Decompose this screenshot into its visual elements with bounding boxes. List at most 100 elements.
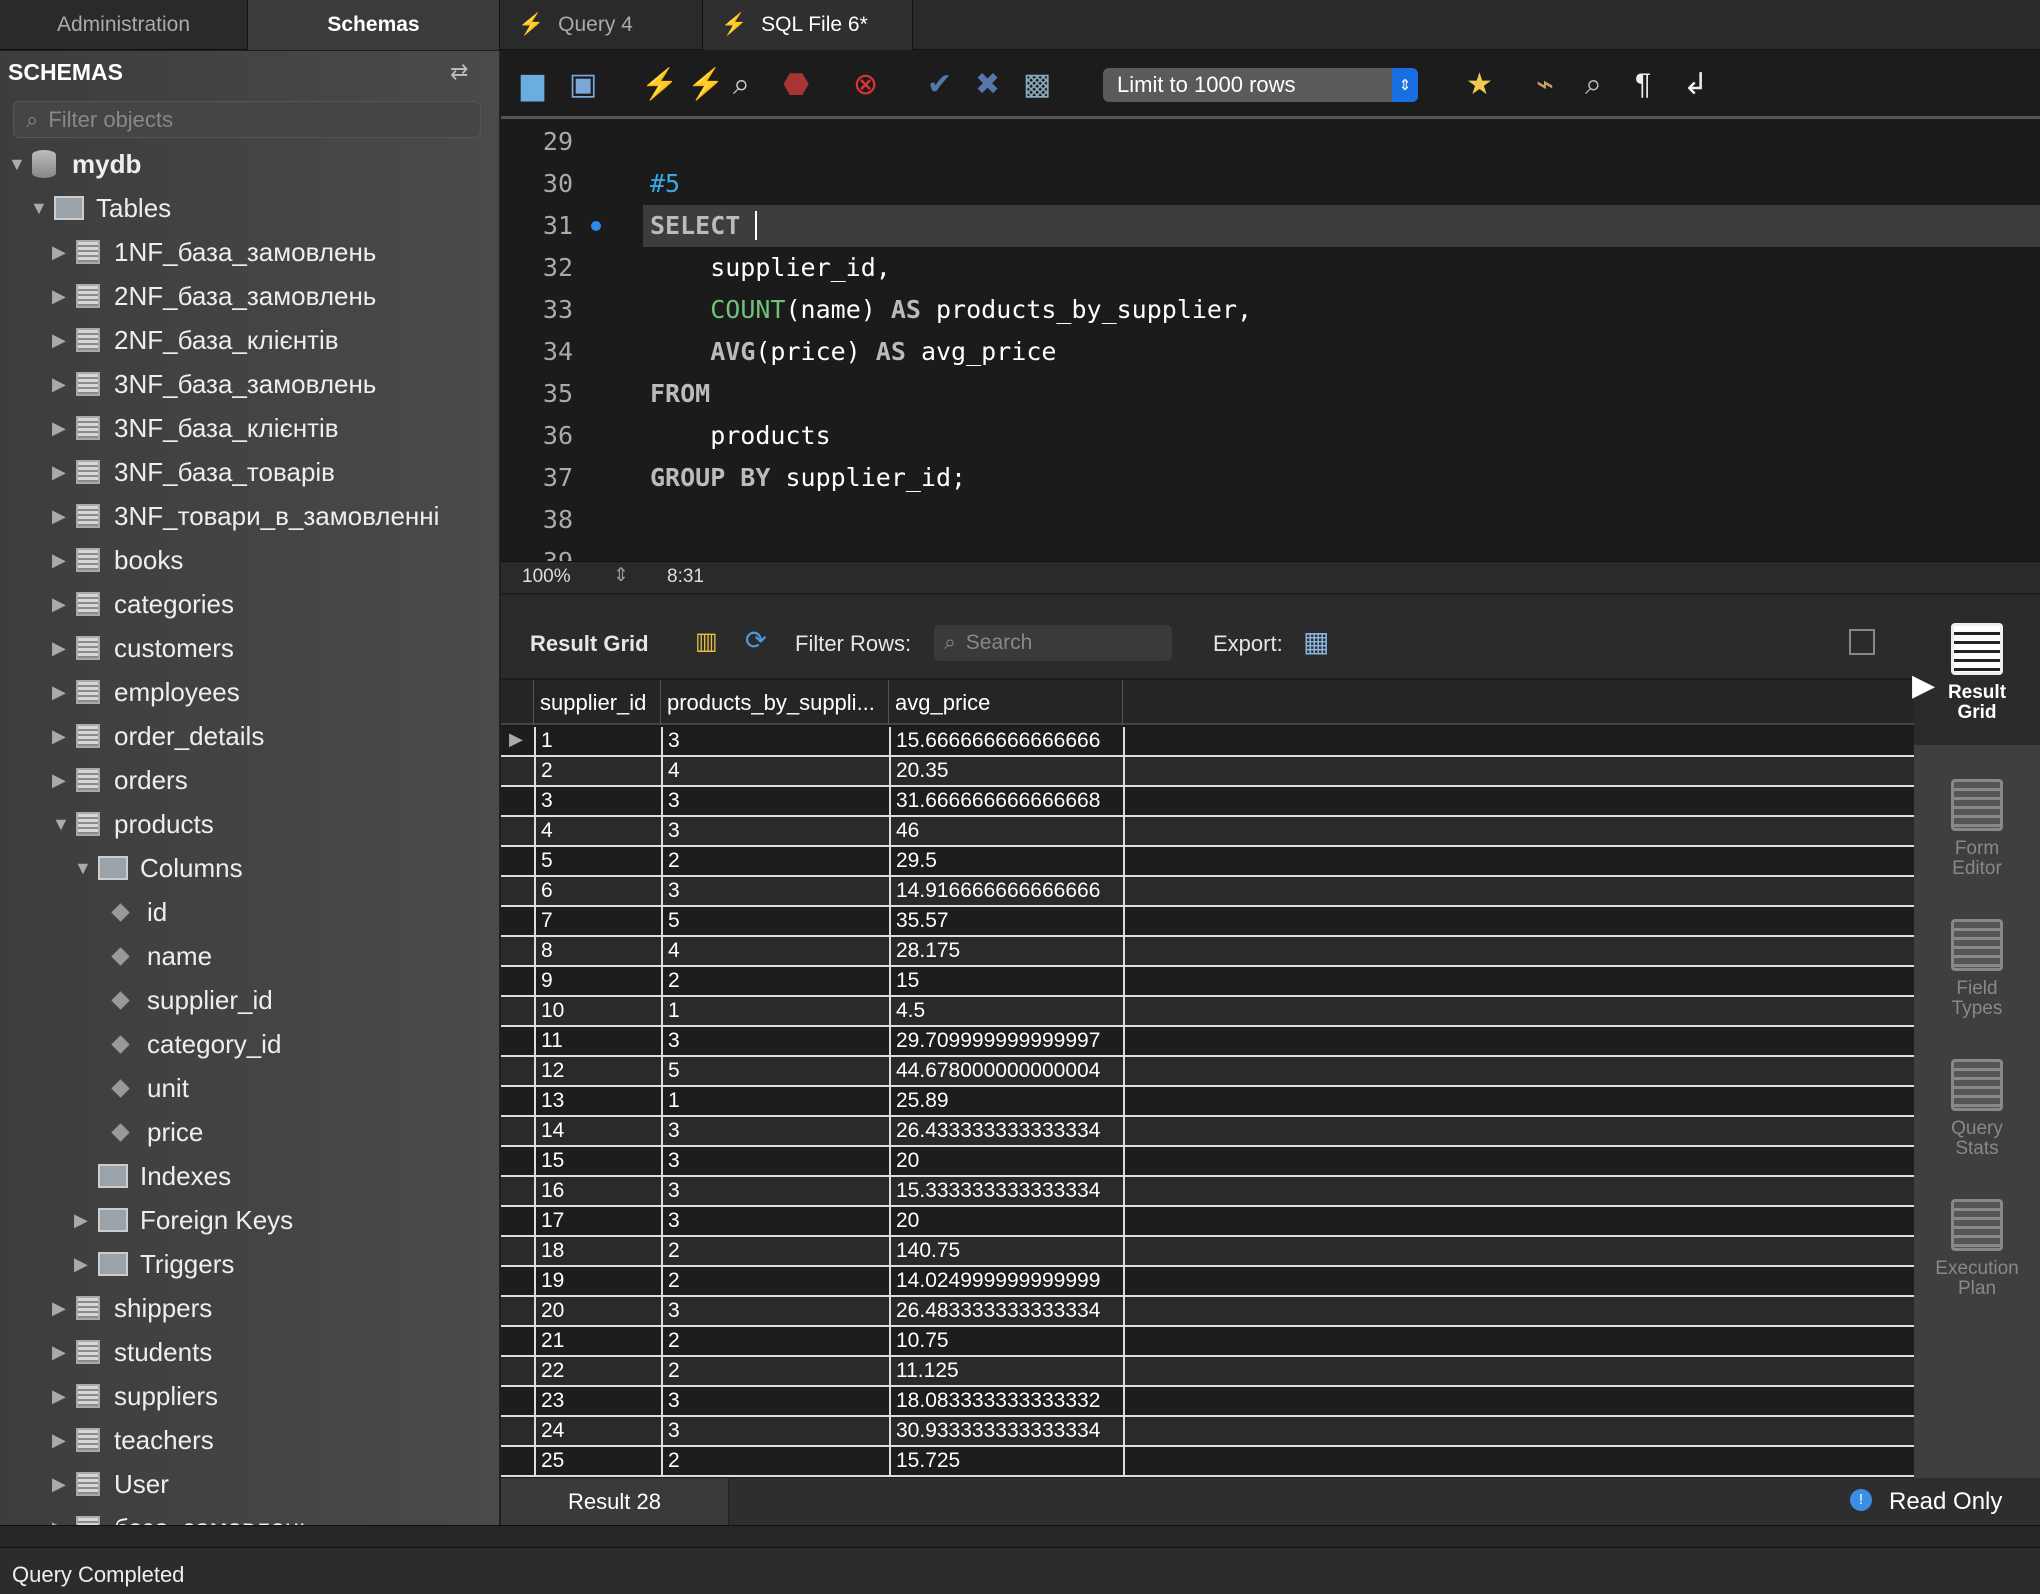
table-row[interactable]: 9 2 15 <box>501 967 1914 997</box>
table-cell[interactable]: 6 <box>534 877 661 905</box>
caret-right-icon[interactable]: ▶ <box>74 1210 94 1231</box>
filter-rows-search-input[interactable]: ⌕ Search <box>934 625 1172 661</box>
table-cell[interactable]: 140.75 <box>889 1237 1123 1265</box>
tree-item-table[interactable]: ▶ 2NF_база_замовлень <box>52 274 376 318</box>
tree-item-table[interactable]: ▶ order_details <box>52 714 264 758</box>
table-cell[interactable]: 28.175 <box>889 937 1123 965</box>
table-cell[interactable]: 5 <box>534 847 661 875</box>
table-cell[interactable]: 12 <box>534 1057 661 1085</box>
table-cell[interactable]: 5 <box>661 1057 889 1085</box>
table-cell[interactable]: 15 <box>534 1147 661 1175</box>
table-cell[interactable]: 31.666666666666668 <box>889 787 1123 815</box>
caret-right-icon[interactable]: ▶ <box>52 1386 72 1407</box>
tree-item-folder[interactable]: ▶ Foreign Keys <box>74 1198 293 1242</box>
caret-right-icon[interactable]: ▶ <box>52 594 72 615</box>
caret-down-icon[interactable]: ▼ <box>74 858 94 879</box>
tree-item-table[interactable]: ▶ 3NF_база_замовлень <box>52 362 376 406</box>
code-line[interactable]: GROUP BY supplier_id; <box>650 457 2040 499</box>
code-line[interactable]: supplier_id, <box>650 247 2040 289</box>
tree-item-table[interactable]: ▶ students <box>52 1330 212 1374</box>
open-file-icon[interactable]: ▆ <box>521 67 544 103</box>
table-cell[interactable]: 2 <box>661 1447 889 1475</box>
table-cell[interactable]: 29.709999999999997 <box>889 1027 1123 1055</box>
table-row[interactable]: 21 2 10.75 <box>501 1327 1914 1357</box>
table-cell[interactable]: 18 <box>534 1237 661 1265</box>
view-form-editor[interactable]: Form Editor <box>1914 779 2040 879</box>
code-line[interactable] <box>650 121 2040 163</box>
table-row[interactable]: 22 2 11.125 <box>501 1357 1914 1387</box>
column-header[interactable]: products_by_suppli... <box>661 680 889 725</box>
caret-right-icon[interactable]: ▶ <box>52 638 72 659</box>
breakpoint-dot-icon[interactable] <box>591 221 601 231</box>
table-cell[interactable]: 26.433333333333334 <box>889 1117 1123 1145</box>
execute-icon[interactable]: ⚡ <box>641 67 678 103</box>
caret-down-icon[interactable]: ▼ <box>8 154 28 175</box>
tree-item-table[interactable]: ▶ 3NF_товари_в_замовленні <box>52 494 439 538</box>
table-cell[interactable]: 19 <box>534 1267 661 1295</box>
tree-item-table[interactable]: ▶ customers <box>52 626 234 670</box>
caret-down-icon[interactable]: ▼ <box>52 814 72 835</box>
caret-right-icon[interactable]: ▶ <box>52 374 72 395</box>
table-cell[interactable]: 15.333333333333334 <box>889 1177 1123 1205</box>
table-cell[interactable]: 15.666666666666666 <box>889 727 1123 755</box>
table-cell[interactable]: 9 <box>534 967 661 995</box>
table-row[interactable]: 3 3 31.666666666666668 <box>501 787 1914 817</box>
rollback-icon[interactable]: ✖ <box>975 67 1000 103</box>
table-row[interactable]: 14 3 26.433333333333334 <box>501 1117 1914 1147</box>
caret-right-icon[interactable]: ▶ <box>52 1518 72 1526</box>
table-cell[interactable]: 18.083333333333332 <box>889 1387 1123 1415</box>
table-row[interactable]: 11 3 29.709999999999997 <box>501 1027 1914 1057</box>
table-cell[interactable]: 3 <box>661 1207 889 1235</box>
caret-right-icon[interactable]: ▶ <box>52 286 72 307</box>
table-cell[interactable]: 2 <box>661 1267 889 1295</box>
table-cell[interactable]: 3 <box>661 1147 889 1175</box>
tree-item-folder[interactable]: ▼ Tables <box>30 186 171 230</box>
table-cell[interactable]: 16 <box>534 1177 661 1205</box>
caret-right-icon[interactable]: ▶ <box>52 462 72 483</box>
table-cell[interactable]: 4 <box>661 757 889 785</box>
tree-item-column[interactable]: name <box>96 934 212 978</box>
table-cell[interactable]: 3 <box>661 817 889 845</box>
table-cell[interactable]: 20.35 <box>889 757 1123 785</box>
view-query-stats[interactable]: Query Stats <box>1914 1059 2040 1159</box>
table-row[interactable]: 18 2 140.75 <box>501 1237 1914 1267</box>
tree-item-db[interactable]: ▼ mydb <box>8 142 141 186</box>
table-cell[interactable]: 17 <box>534 1207 661 1235</box>
table-cell[interactable]: 2 <box>661 1357 889 1385</box>
table-cell[interactable]: 14.024999999999999 <box>889 1267 1123 1295</box>
caret-down-icon[interactable]: ▼ <box>30 198 50 219</box>
tree-item-column[interactable]: category_id <box>96 1022 281 1066</box>
tree-item-table[interactable]: ▶ categories <box>52 582 234 626</box>
tree-item-column[interactable]: id <box>96 890 167 934</box>
code-line[interactable]: products <box>650 415 2040 457</box>
tree-item-table[interactable]: ▶ User <box>52 1462 169 1506</box>
table-cell[interactable]: 11.125 <box>889 1357 1123 1385</box>
toggle-error-icon[interactable]: ⊗ <box>853 67 878 103</box>
table-row[interactable]: 24 3 30.933333333333334 <box>501 1417 1914 1447</box>
table-cell[interactable]: 4 <box>661 937 889 965</box>
table-row[interactable]: 16 3 15.333333333333334 <box>501 1177 1914 1207</box>
caret-right-icon[interactable]: ▶ <box>74 1254 94 1275</box>
column-header[interactable]: avg_price <box>889 680 1123 725</box>
caret-right-icon[interactable]: ▶ <box>52 1298 72 1319</box>
tab-administration[interactable]: Administration <box>0 0 248 50</box>
view-execution-plan[interactable]: Execution Plan <box>1914 1199 2040 1299</box>
table-cell[interactable]: 3 <box>661 1027 889 1055</box>
tree-item-folder[interactable]: Indexes <box>74 1154 231 1198</box>
table-cell[interactable]: 3 <box>661 1297 889 1325</box>
table-row[interactable]: 23 3 18.083333333333332 <box>501 1387 1914 1417</box>
table-cell[interactable]: 23 <box>534 1387 661 1415</box>
code-line[interactable] <box>650 499 2040 541</box>
tree-item-table[interactable]: ▶ employees <box>52 670 240 714</box>
table-cell[interactable]: 20 <box>889 1147 1123 1175</box>
caret-right-icon[interactable]: ▶ <box>52 550 72 571</box>
caret-right-icon[interactable]: ▶ <box>52 726 72 747</box>
table-row[interactable]: 15 3 20 <box>501 1147 1914 1177</box>
tree-item-table[interactable]: ▶ books <box>52 538 183 582</box>
table-row[interactable]: 17 3 20 <box>501 1207 1914 1237</box>
invisible-chars-icon[interactable]: ¶ <box>1635 67 1651 103</box>
code-line[interactable]: FROM <box>650 373 2040 415</box>
table-row[interactable]: ▶ 1 3 15.666666666666666 <box>501 727 1914 757</box>
tree-item-column[interactable]: supplier_id <box>96 978 273 1022</box>
tree-item-column[interactable]: unit <box>96 1066 189 1110</box>
